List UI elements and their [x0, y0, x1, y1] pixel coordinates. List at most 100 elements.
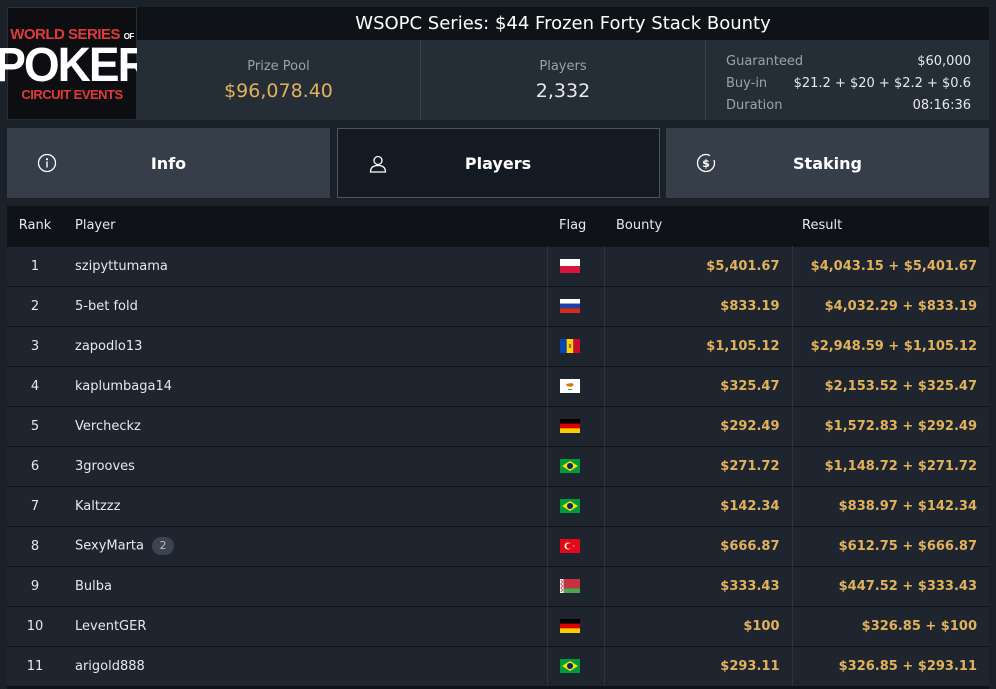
result-cell: $612.75 + $666.87: [838, 538, 977, 554]
bounty-cell: $142.34: [604, 486, 793, 526]
player-cell[interactable]: Vercheckz: [63, 406, 547, 446]
rank-cell: 10: [26, 618, 44, 634]
result-cell: $1,148.72 + $271.72: [824, 458, 977, 474]
result-cell: $2,153.52 + $325.47: [824, 378, 977, 394]
bounty-cell: $833.19: [604, 286, 793, 326]
player-cell[interactable]: arigold888: [63, 646, 547, 686]
result-cell: $4,032.29 + $833.19: [824, 298, 977, 314]
player-cell[interactable]: szipyttumama: [63, 246, 547, 286]
flag-icon: [559, 299, 580, 313]
player-cell[interactable]: zapodlo13: [63, 326, 547, 366]
info-icon: [37, 153, 57, 173]
result-cell: $447.52 + $333.43: [838, 578, 977, 594]
bounty-cell: $666.87: [604, 526, 793, 566]
tournament-title-bar: WSOPC Series: $44 Frozen Forty Stack Bou…: [137, 7, 989, 40]
duration-row: Duration 08:16:36: [726, 97, 971, 113]
flag-icon: [559, 339, 580, 353]
flag-header[interactable]: Flag: [547, 206, 604, 246]
tournament-stats: Prize Pool $96,078.40 Players 2,332 Guar…: [137, 40, 989, 120]
result-cell: $838.97 + $142.34: [838, 498, 977, 514]
tab-info[interactable]: Info: [7, 128, 330, 198]
guaranteed-row: Guaranteed $60,000: [726, 53, 971, 69]
prize-pool-stat: Prize Pool $96,078.40: [137, 40, 421, 120]
bounty-cell: $293.11: [604, 646, 793, 686]
flag-cell: [546, 366, 605, 406]
player-cell[interactable]: kaplumbaga14: [63, 366, 547, 406]
player-cell[interactable]: LeventGER: [63, 606, 547, 646]
tournament-tabs: Info Players $ Staking: [7, 128, 989, 198]
result-cell: $4,043.15 + $5,401.67: [810, 258, 977, 274]
player-cell[interactable]: Kaltzzz: [63, 486, 547, 526]
table-row[interactable]: 3 zapodlo13 $1,105.12 $2,948.59 + $1,105.12: [7, 326, 989, 366]
player-cell[interactable]: SexyMarta 2: [63, 526, 547, 566]
table-header: Rank Player Flag Bounty Result: [7, 206, 989, 246]
result-cell: $326.85 + $100: [861, 618, 977, 634]
table-row[interactable]: 6 3grooves $271.72 $1,148.72 + $271.72: [7, 446, 989, 486]
bounty-cell: $333.43: [604, 566, 793, 606]
flag-cell: [546, 486, 605, 526]
players-stat: Players 2,332: [421, 40, 706, 120]
table-row[interactable]: 1 szipyttumama $5,401.67 $4,043.15 + $5,401…: [7, 246, 989, 286]
flag-icon: [559, 659, 580, 674]
player-name: Bulba: [75, 578, 112, 594]
bounty-cell: $100: [604, 606, 793, 646]
players-table: Rank Player Flag Bounty Result 1 szipyttu…: [7, 206, 989, 686]
player-name: SexyMarta: [75, 538, 144, 554]
rank-cell: 6: [30, 458, 40, 474]
bounty-cell: $271.72: [604, 446, 793, 486]
buy-in-row: Buy-in $21.2 + $20 + $2.2 + $0.6: [726, 75, 971, 91]
player-name: zapodlo13: [75, 338, 143, 354]
table-row[interactable]: 11 arigold888 $293.11 $326.85 + $293.11: [7, 646, 989, 686]
result-cell: $326.85 + $293.11: [838, 658, 977, 674]
rank-cell: 11: [26, 658, 44, 674]
table-row[interactable]: 10 LeventGER $100 $326.85 + $100: [7, 606, 989, 646]
player-cell[interactable]: 5-bet fold: [63, 286, 547, 326]
table-row[interactable]: 9 Bulba $333.43 $447.52 + $333.43: [7, 566, 989, 606]
rank-header[interactable]: Rank: [7, 206, 63, 246]
flag-cell: [546, 606, 605, 646]
player-name: 5-bet fold: [75, 298, 138, 314]
rank-cell: 1: [30, 258, 40, 274]
rank-cell: 5: [30, 418, 40, 434]
rank-cell: 8: [30, 538, 40, 554]
players-label: Players: [539, 58, 587, 74]
player-name: LeventGER: [75, 618, 147, 634]
wsop-circuit-logo: WORLD SERIES OF POKER CIRCUIT EVENTS: [0, 7, 151, 120]
table-row[interactable]: 7 Kaltzzz $142.34 $838.97 + $142.34: [7, 486, 989, 526]
bounty-cell: $1,105.12: [604, 326, 793, 366]
flag-cell: [546, 246, 605, 286]
players-table-container[interactable]: Rank Player Flag Bounty Result 1 szipyttu…: [7, 206, 989, 689]
table-row[interactable]: 2 5-bet fold $833.19 $4,032.29 + $833.19: [7, 286, 989, 326]
player-header[interactable]: Player: [63, 206, 547, 246]
rank-cell: 7: [30, 498, 40, 514]
table-row[interactable]: 4 kaplumbaga14 $325.47 $2,153.52 + $325.47: [7, 366, 989, 406]
player-cell[interactable]: Bulba: [63, 566, 547, 606]
svg-text:$: $: [702, 157, 710, 170]
tournament-details: Guaranteed $60,000 Buy-in $21.2 + $20 + …: [706, 40, 989, 120]
player-name: 3grooves: [75, 458, 135, 474]
user-icon: [369, 155, 386, 173]
flag-icon: [559, 579, 580, 593]
result-cell: $2,948.59 + $1,105.12: [810, 338, 977, 354]
flag-icon: [559, 539, 580, 553]
flag-icon: [559, 259, 580, 273]
player-name: szipyttumama: [75, 258, 168, 274]
tab-players[interactable]: Players: [336, 128, 660, 198]
player-name: kaplumbaga14: [75, 378, 173, 394]
flag-icon: [559, 459, 580, 473]
table-row[interactable]: 5 Vercheckz $292.49 $1,572.83 + $292.49: [7, 406, 989, 446]
player-cell[interactable]: 3grooves: [63, 446, 547, 486]
player-name: Kaltzzz: [75, 498, 121, 514]
bounty-cell: $325.47: [604, 366, 793, 406]
tab-staking[interactable]: $ Staking: [666, 128, 989, 198]
players-value: 2,332: [535, 79, 591, 102]
table-row[interactable]: 8 SexyMarta 2 $666.87 $612.75 + $666.87: [7, 526, 989, 566]
player-name: arigold888: [75, 658, 145, 674]
bounty-header[interactable]: Bounty: [604, 206, 792, 246]
flag-cell: [546, 406, 605, 446]
flag-icon: [559, 499, 580, 513]
prize-pool-value: $96,078.40: [224, 79, 333, 102]
flag-icon: [559, 619, 580, 633]
result-header[interactable]: Result: [792, 206, 989, 246]
flag-cell: [546, 566, 605, 606]
